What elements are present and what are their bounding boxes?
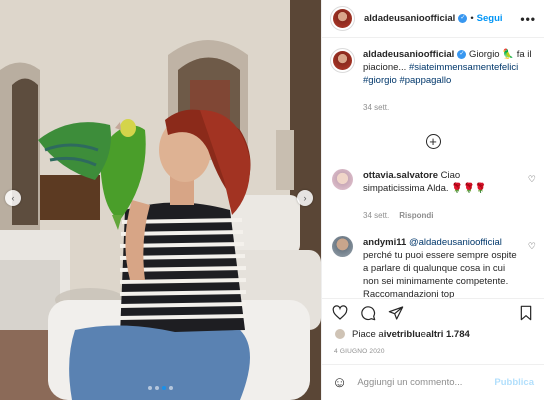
photo-illustration (0, 0, 321, 400)
post-dialog: ‹ › aldadeusanioofficial ✓ • Segui ••• a… (0, 0, 544, 400)
post-side-panel: aldadeusanioofficial ✓ • Segui ••• aldad… (321, 0, 544, 400)
commenter-avatar[interactable] (332, 169, 353, 190)
like-comment-heart-icon[interactable]: ♡ (528, 240, 536, 253)
author-avatar[interactable] (330, 6, 355, 31)
comment-meta: 34 sett. Rispondi (363, 209, 522, 222)
previous-photo-button[interactable]: ‹ (5, 190, 21, 206)
add-comment-bar: ☺ Pubblica (322, 364, 544, 400)
comment-input[interactable] (357, 377, 495, 388)
like-comment-heart-icon[interactable]: ♡ (528, 173, 536, 186)
avatar-image (333, 51, 352, 70)
hashtag-link[interactable]: #giorgio (363, 75, 397, 86)
comment-bubble-icon[interactable] (360, 305, 376, 321)
comment-text: perché tu puoi essere sempre ospite a pa… (363, 250, 517, 298)
chevron-right-icon: › (303, 193, 307, 203)
rose-emoji: 🌹🌹🌹 (451, 183, 487, 194)
caption: aldadeusanioofficial ✓ Giorgio 🦜 fa il pi… (330, 48, 536, 114)
carousel-dot (155, 386, 159, 390)
liker-avatar[interactable] (334, 328, 346, 340)
chevron-left-icon: ‹ (11, 193, 15, 203)
publish-button[interactable]: Pubblica (494, 377, 534, 388)
likes-summary: Piace a ivetriblu e altri 1.784 (322, 326, 544, 342)
likes-count[interactable]: altri 1.784 (426, 329, 470, 340)
author-username[interactable]: aldadeusanioofficial (364, 13, 455, 24)
follow-button[interactable]: Segui (477, 13, 503, 24)
reply-button[interactable]: Rispondi (399, 211, 433, 220)
share-send-icon[interactable] (388, 305, 404, 321)
post-photo[interactable]: ‹ › (0, 0, 321, 400)
post-date[interactable]: 4 GIUGNO 2020 (322, 342, 544, 364)
more-options-icon[interactable]: ••• (520, 12, 536, 26)
comments-list[interactable]: aldadeusanioofficial ✓ Giorgio 🦜 fa il pi… (322, 38, 544, 298)
emoji-picker-icon[interactable]: ☺ (332, 374, 347, 391)
post-actions (322, 298, 544, 326)
comment-body: andymi11 @aldadeusanioofficial perché tu… (363, 236, 522, 298)
comment-item: andymi11 @aldadeusanioofficial perché tu… (330, 236, 536, 298)
avatar-image (333, 9, 352, 28)
likes-prefix: Piace a (352, 328, 384, 340)
verified-badge-icon: ✓ (458, 14, 468, 23)
carousel-dot-active (162, 386, 166, 390)
comment-username[interactable]: ottavia.salvatore (363, 170, 438, 181)
carousel-dot (148, 386, 152, 390)
hashtag-link[interactable]: #pappagallo (399, 75, 451, 86)
carousel-dot (169, 386, 173, 390)
caption-time: 34 sett. (363, 103, 390, 112)
comment-time: 34 sett. (363, 211, 390, 220)
caption-text: Giorgio (466, 49, 503, 60)
caption-username[interactable]: aldadeusanioofficial (363, 49, 454, 60)
separator: • (470, 13, 474, 24)
load-more-comments-icon[interactable]: + (425, 134, 441, 149)
caption-avatar[interactable] (330, 48, 355, 73)
verified-badge-icon: ✓ (457, 49, 467, 59)
caption-body: aldadeusanioofficial ✓ Giorgio 🦜 fa il pi… (363, 48, 536, 114)
like-heart-icon[interactable] (332, 304, 348, 321)
carousel-indicator (0, 386, 321, 390)
hashtag-link[interactable]: #siateimmensamentefelici (409, 62, 518, 73)
liker-username[interactable]: ivetriblu (384, 329, 421, 340)
comment-mention[interactable]: @aldadeusanioofficial (409, 237, 502, 248)
next-photo-button[interactable]: › (297, 190, 313, 206)
comment-body: ottavia.salvatore Ciao simpaticissima Al… (363, 169, 522, 222)
bookmark-save-icon[interactable] (518, 305, 534, 321)
comment-username[interactable]: andymi11 (363, 237, 406, 248)
parrot-emoji: 🦜 (502, 49, 515, 60)
post-header: aldadeusanioofficial ✓ • Segui ••• (322, 0, 544, 38)
commenter-avatar[interactable] (332, 236, 353, 257)
comment-item: ottavia.salvatore Ciao simpaticissima Al… (330, 169, 536, 222)
